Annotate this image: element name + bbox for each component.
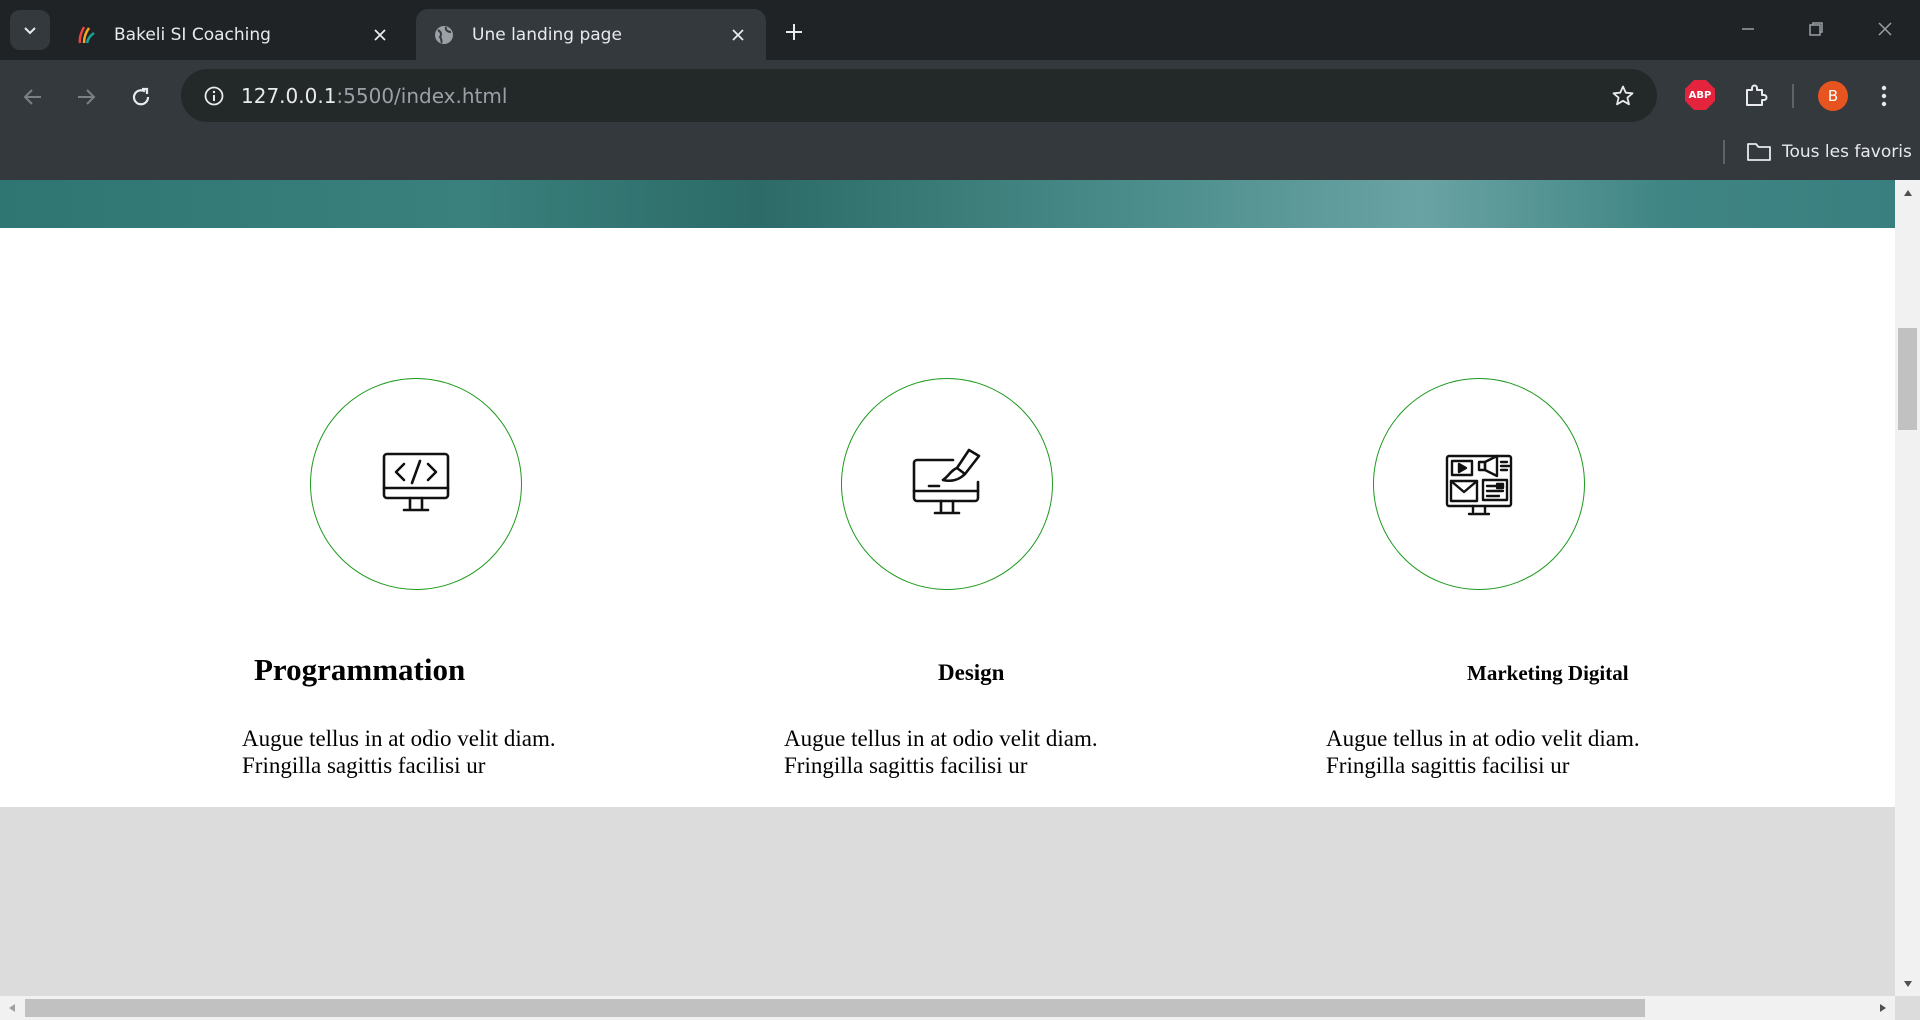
address-bar[interactable]: 127.0.0.1:5500/index.html <box>181 69 1657 122</box>
horizontal-scroll-thumb[interactable] <box>25 999 1645 1017</box>
extensions-button[interactable] <box>1740 79 1772 111</box>
reload-button[interactable] <box>123 79 159 115</box>
plus-icon <box>786 24 802 40</box>
minimize-button[interactable] <box>1733 14 1763 44</box>
chevron-down-icon <box>24 27 36 35</box>
forward-button[interactable] <box>68 79 104 115</box>
scroll-up-icon[interactable] <box>1895 180 1920 205</box>
bookmark-star-icon[interactable] <box>1609 82 1637 110</box>
folder-icon <box>1746 141 1772 163</box>
next-section <box>0 807 1895 996</box>
service-card-marketing <box>1373 378 1585 590</box>
restore-icon <box>1809 22 1823 36</box>
service-description: Augue tellus in at odio velit diam. Frin… <box>242 726 556 778</box>
all-bookmarks-button[interactable]: Tous les favoris <box>1746 136 1912 168</box>
tab-search-button[interactable] <box>10 10 50 50</box>
bakeli-logo-icon <box>74 23 98 47</box>
close-icon[interactable] <box>726 23 750 47</box>
puzzle-icon <box>1746 84 1768 106</box>
vertical-scroll-thumb[interactable] <box>1898 328 1917 430</box>
url-text: 127.0.0.1:5500/index.html <box>241 84 507 108</box>
window-close-button[interactable] <box>1870 14 1900 44</box>
code-monitor-icon <box>382 452 450 512</box>
service-title: Programmation <box>254 652 466 687</box>
url-host: 127.0.0.1 <box>241 83 337 108</box>
tab-title: Bakeli SI Coaching <box>114 24 271 45</box>
tab-bakeli[interactable]: Bakeli SI Coaching <box>58 9 408 60</box>
design-monitor-icon <box>912 448 981 515</box>
horizontal-scrollbar[interactable] <box>0 996 1895 1020</box>
bookmarks-label: Tous les favoris <box>1782 142 1912 162</box>
service-icon-circle <box>841 378 1053 590</box>
browser-toolbar: 127.0.0.1:5500/index.html ABP B Tous les… <box>0 60 1920 180</box>
service-title: Marketing Digital <box>1467 661 1629 685</box>
scroll-down-icon[interactable] <box>1895 971 1920 996</box>
service-title: Design <box>938 660 1005 685</box>
scroll-right-icon[interactable] <box>1871 996 1895 1020</box>
close-icon[interactable] <box>368 23 392 47</box>
toolbar-separator <box>1792 84 1794 108</box>
page-viewport: Programmation Augue tellus in at odio ve… <box>0 180 1895 996</box>
minimize-icon <box>1742 28 1754 30</box>
site-info-icon[interactable] <box>189 69 239 122</box>
service-icon-circle <box>310 378 522 590</box>
service-description: Augue tellus in at odio velit diam. Frin… <box>1326 726 1640 778</box>
hero-banner <box>0 180 1895 228</box>
profile-avatar[interactable]: B <box>1818 81 1848 111</box>
reload-icon <box>132 87 150 106</box>
scrollbar-corner <box>1895 996 1920 1020</box>
close-icon <box>1878 22 1892 36</box>
marketing-monitor-icon <box>1445 454 1513 516</box>
tab-landing-page[interactable]: Une landing page <box>416 9 766 60</box>
vertical-scrollbar[interactable] <box>1895 180 1920 996</box>
service-description: Augue tellus in at odio velit diam. Frin… <box>784 726 1098 778</box>
more-vertical-icon <box>1881 85 1887 107</box>
back-button[interactable] <box>15 79 51 115</box>
tab-bar: Bakeli SI Coaching Une landing page <box>0 0 1920 60</box>
service-card-programmation <box>310 378 522 590</box>
new-tab-button[interactable] <box>780 18 808 46</box>
url-path: :5500/index.html <box>336 83 508 108</box>
restore-button[interactable] <box>1801 14 1831 44</box>
service-card-design <box>841 378 1053 590</box>
arrow-left-icon <box>23 89 41 105</box>
service-icon-circle <box>1373 378 1585 590</box>
arrow-right-icon <box>78 89 96 105</box>
adblock-extension-icon[interactable]: ABP <box>1685 80 1715 110</box>
scroll-left-icon[interactable] <box>0 996 24 1020</box>
bookmarks-separator <box>1723 140 1725 164</box>
globe-icon <box>432 23 456 47</box>
browser-menu-button[interactable] <box>1874 79 1894 113</box>
tab-title: Une landing page <box>472 24 622 45</box>
